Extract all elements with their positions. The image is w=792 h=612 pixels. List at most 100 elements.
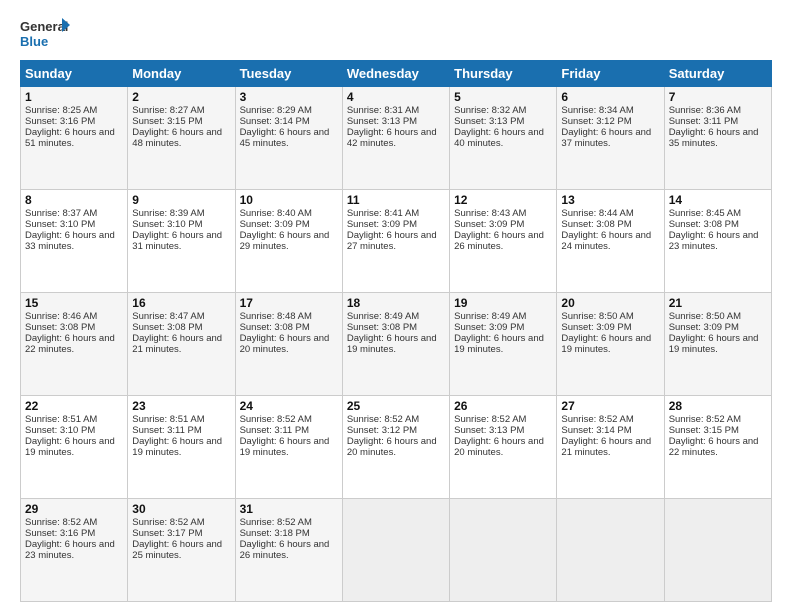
- day-number: 24: [240, 399, 338, 413]
- sunset-text: Sunset: 3:09 PM: [454, 322, 524, 333]
- calendar-cell: 23Sunrise: 8:51 AMSunset: 3:11 PMDayligh…: [128, 396, 235, 499]
- daylight-text: Daylight: 6 hours and 22 minutes.: [25, 333, 115, 355]
- calendar-week-row: 22Sunrise: 8:51 AMSunset: 3:10 PMDayligh…: [21, 396, 772, 499]
- day-number: 27: [561, 399, 659, 413]
- day-number: 16: [132, 296, 230, 310]
- daylight-text: Daylight: 6 hours and 20 minutes.: [240, 333, 330, 355]
- day-number: 19: [454, 296, 552, 310]
- sunset-text: Sunset: 3:09 PM: [347, 219, 417, 230]
- daylight-text: Daylight: 6 hours and 25 minutes.: [132, 539, 222, 561]
- sunset-text: Sunset: 3:14 PM: [240, 116, 310, 127]
- sunrise-text: Sunrise: 8:41 AM: [347, 208, 419, 219]
- sunset-text: Sunset: 3:10 PM: [25, 219, 95, 230]
- day-number: 3: [240, 90, 338, 104]
- day-number: 20: [561, 296, 659, 310]
- calendar-cell: 3Sunrise: 8:29 AMSunset: 3:14 PMDaylight…: [235, 87, 342, 190]
- col-header-saturday: Saturday: [664, 61, 771, 87]
- daylight-text: Daylight: 6 hours and 29 minutes.: [240, 230, 330, 252]
- sunrise-text: Sunrise: 8:51 AM: [132, 414, 204, 425]
- sunset-text: Sunset: 3:08 PM: [561, 219, 631, 230]
- daylight-text: Daylight: 6 hours and 26 minutes.: [454, 230, 544, 252]
- daylight-text: Daylight: 6 hours and 31 minutes.: [132, 230, 222, 252]
- calendar-cell: [342, 499, 449, 602]
- sunrise-text: Sunrise: 8:37 AM: [25, 208, 97, 219]
- sunrise-text: Sunrise: 8:32 AM: [454, 105, 526, 116]
- calendar-cell: 25Sunrise: 8:52 AMSunset: 3:12 PMDayligh…: [342, 396, 449, 499]
- calendar-week-row: 29Sunrise: 8:52 AMSunset: 3:16 PMDayligh…: [21, 499, 772, 602]
- calendar-cell: 7Sunrise: 8:36 AMSunset: 3:11 PMDaylight…: [664, 87, 771, 190]
- calendar-header-row: SundayMondayTuesdayWednesdayThursdayFrid…: [21, 61, 772, 87]
- day-number: 22: [25, 399, 123, 413]
- logo: General Blue: [20, 16, 70, 52]
- day-number: 5: [454, 90, 552, 104]
- calendar-cell: 16Sunrise: 8:47 AMSunset: 3:08 PMDayligh…: [128, 293, 235, 396]
- sunset-text: Sunset: 3:16 PM: [25, 116, 95, 127]
- daylight-text: Daylight: 6 hours and 20 minutes.: [347, 436, 437, 458]
- daylight-text: Daylight: 6 hours and 42 minutes.: [347, 127, 437, 149]
- day-number: 14: [669, 193, 767, 207]
- calendar-week-row: 15Sunrise: 8:46 AM Sunset: 3:08 PM Dayligh…: [21, 293, 772, 396]
- col-header-monday: Monday: [128, 61, 235, 87]
- sunset-text: Sunset: 3:11 PM: [669, 116, 739, 127]
- sunrise-text: Sunrise: 8:34 AM: [561, 105, 633, 116]
- day-number: 26: [454, 399, 552, 413]
- sunrise-text: Sunrise: 8:49 AM: [454, 311, 526, 322]
- day-number: 7: [669, 90, 767, 104]
- sunrise-text: Sunrise: 8:46 AM: [25, 311, 97, 322]
- daylight-text: Daylight: 6 hours and 48 minutes.: [132, 127, 222, 149]
- sunrise-text: Sunrise: 8:52 AM: [132, 517, 204, 528]
- sunrise-text: Sunrise: 8:36 AM: [669, 105, 741, 116]
- col-header-sunday: Sunday: [21, 61, 128, 87]
- daylight-text: Daylight: 6 hours and 23 minutes.: [25, 539, 115, 561]
- col-header-tuesday: Tuesday: [235, 61, 342, 87]
- sunset-text: Sunset: 3:14 PM: [561, 425, 631, 436]
- day-number: 31: [240, 502, 338, 516]
- day-number: 6: [561, 90, 659, 104]
- sunrise-text: Sunrise: 8:31 AM: [347, 105, 419, 116]
- sunrise-text: Sunrise: 8:50 AM: [561, 311, 633, 322]
- calendar-cell: 14Sunrise: 8:45 AMSunset: 3:08 PMDayligh…: [664, 190, 771, 293]
- calendar-week-row: 8Sunrise: 8:37 AMSunset: 3:10 PMDaylight…: [21, 190, 772, 293]
- sunrise-text: Sunrise: 8:51 AM: [25, 414, 97, 425]
- sunrise-text: Sunrise: 8:40 AM: [240, 208, 312, 219]
- sunset-text: Sunset: 3:13 PM: [454, 116, 524, 127]
- sunrise-text: Sunrise: 8:52 AM: [240, 414, 312, 425]
- daylight-text: Daylight: 6 hours and 33 minutes.: [25, 230, 115, 252]
- calendar-cell: 19Sunrise: 8:49 AMSunset: 3:09 PMDayligh…: [450, 293, 557, 396]
- sunset-text: Sunset: 3:08 PM: [347, 322, 417, 333]
- daylight-text: Daylight: 6 hours and 21 minutes.: [561, 436, 651, 458]
- day-number: 15: [25, 296, 123, 310]
- sunrise-text: Sunrise: 8:43 AM: [454, 208, 526, 219]
- sunset-text: Sunset: 3:16 PM: [25, 528, 95, 539]
- daylight-text: Daylight: 6 hours and 19 minutes.: [132, 436, 222, 458]
- calendar-cell: 5Sunrise: 8:32 AMSunset: 3:13 PMDaylight…: [450, 87, 557, 190]
- sunset-text: Sunset: 3:12 PM: [347, 425, 417, 436]
- sunrise-text: Sunrise: 8:44 AM: [561, 208, 633, 219]
- sunset-text: Sunset: 3:18 PM: [240, 528, 310, 539]
- sunrise-text: Sunrise: 8:29 AM: [240, 105, 312, 116]
- calendar-week-row: 1Sunrise: 8:25 AMSunset: 3:16 PMDaylight…: [21, 87, 772, 190]
- calendar-cell: 24Sunrise: 8:52 AMSunset: 3:11 PMDayligh…: [235, 396, 342, 499]
- sunrise-text: Sunrise: 8:52 AM: [561, 414, 633, 425]
- logo-svg: General Blue: [20, 16, 70, 52]
- sunrise-text: Sunrise: 8:47 AM: [132, 311, 204, 322]
- sunrise-text: Sunrise: 8:48 AM: [240, 311, 312, 322]
- calendar-cell: 20Sunrise: 8:50 AMSunset: 3:09 PMDayligh…: [557, 293, 664, 396]
- svg-text:Blue: Blue: [20, 34, 48, 49]
- page: General Blue SundayMondayTuesdayWednesda…: [0, 0, 792, 612]
- sunset-text: Sunset: 3:10 PM: [25, 425, 95, 436]
- day-number: 30: [132, 502, 230, 516]
- daylight-text: Daylight: 6 hours and 19 minutes.: [669, 333, 759, 355]
- calendar-table: SundayMondayTuesdayWednesdayThursdayFrid…: [20, 60, 772, 602]
- sunset-text: Sunset: 3:17 PM: [132, 528, 202, 539]
- sunset-text: Sunset: 3:11 PM: [132, 425, 202, 436]
- calendar-cell: 28Sunrise: 8:52 AMSunset: 3:15 PMDayligh…: [664, 396, 771, 499]
- day-number: 28: [669, 399, 767, 413]
- calendar-cell: 9Sunrise: 8:39 AMSunset: 3:10 PMDaylight…: [128, 190, 235, 293]
- day-number: 25: [347, 399, 445, 413]
- calendar-cell: 18Sunrise: 8:49 AMSunset: 3:08 PMDayligh…: [342, 293, 449, 396]
- daylight-text: Daylight: 6 hours and 23 minutes.: [669, 230, 759, 252]
- calendar-cell: 29Sunrise: 8:52 AMSunset: 3:16 PMDayligh…: [21, 499, 128, 602]
- sunset-text: Sunset: 3:09 PM: [561, 322, 631, 333]
- day-number: 21: [669, 296, 767, 310]
